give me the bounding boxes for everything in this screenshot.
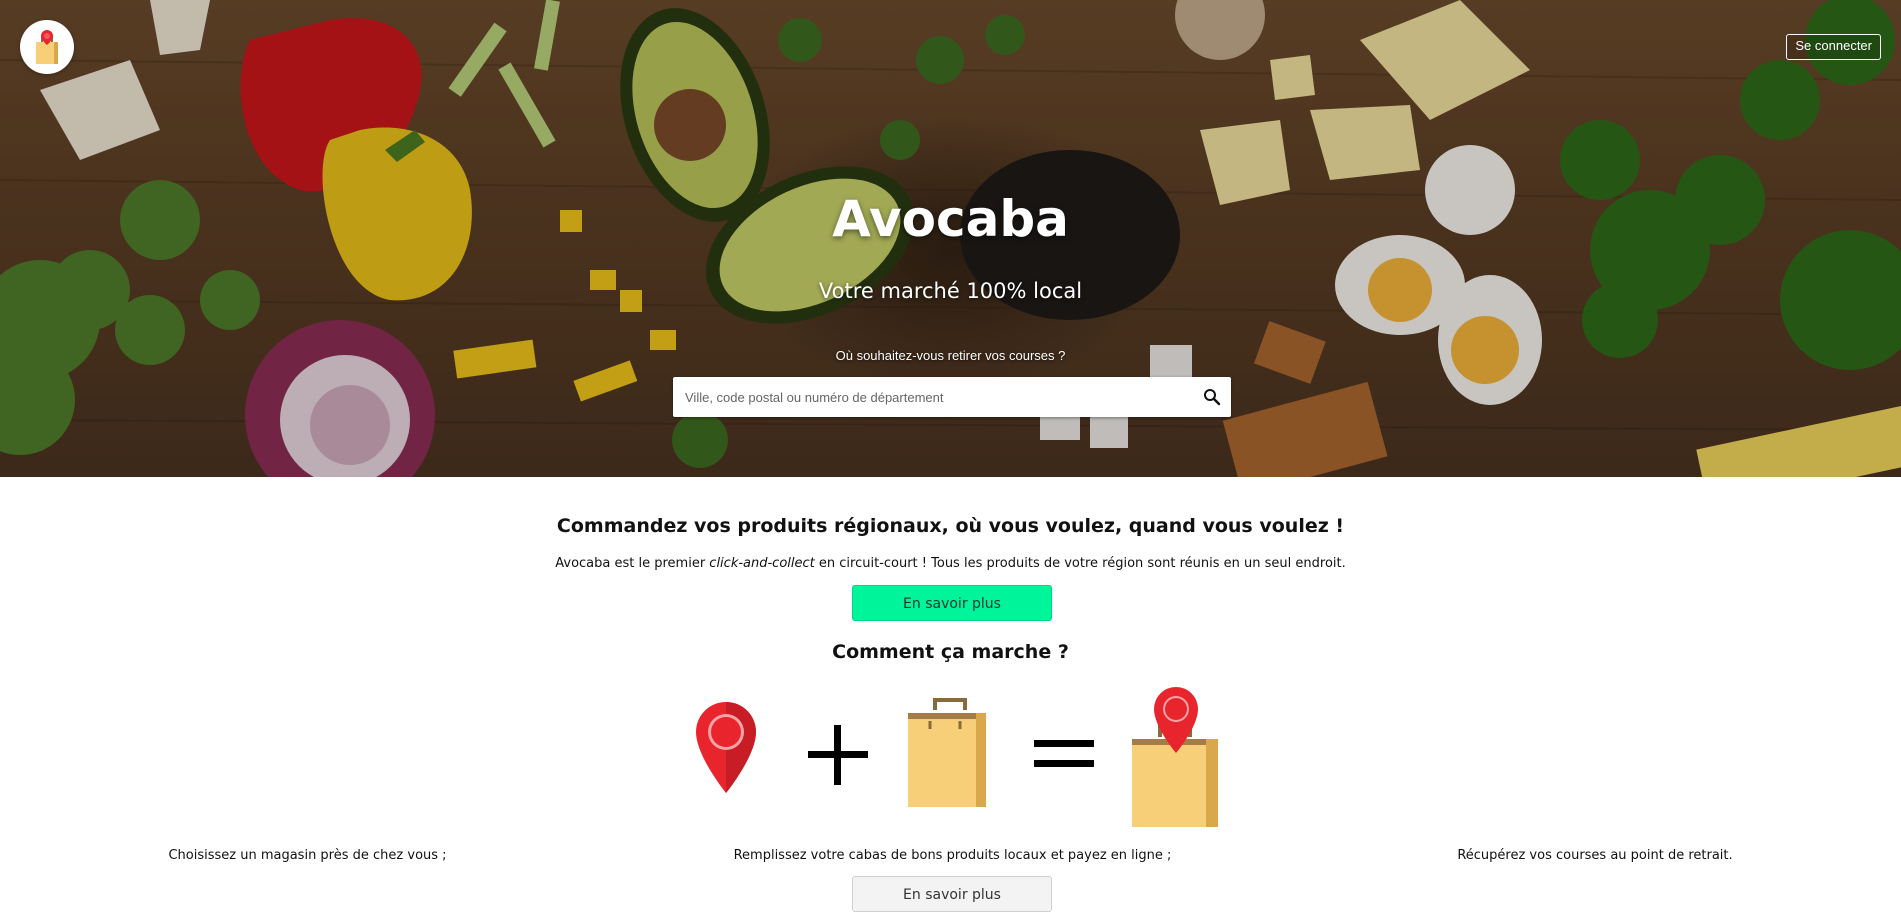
shopping-bag-icon xyxy=(908,698,986,807)
hero-subtitle: Votre marché 100% local xyxy=(818,279,1083,303)
intro-text-start: Avocaba est le premier xyxy=(555,556,710,571)
equals-icon xyxy=(1034,740,1094,767)
hero-banner: Se connecter Avocaba Votre marché 100% l… xyxy=(0,0,1901,477)
step-pick-up: Récupérez vos courses au point de retrai… xyxy=(1457,848,1733,863)
hero-title: Avocaba xyxy=(832,190,1069,248)
learn-more-button-primary[interactable]: En savoir plus xyxy=(852,585,1052,621)
step-choose-store: Choisissez un magasin près de chez vous … xyxy=(168,848,447,863)
bag-with-pin-icon xyxy=(1132,687,1218,827)
intro-text-end: en circuit-court ! Tous les produits de … xyxy=(814,556,1346,571)
search-question: Où souhaitez-vous retirer vos courses ? xyxy=(835,348,1066,363)
search-icon[interactable] xyxy=(1203,388,1221,406)
intro-text-emphasis: click-and-collect xyxy=(709,556,815,571)
intro-text: Avocaba est le premier click-and-collect… xyxy=(0,556,1901,571)
avocaba-logo[interactable] xyxy=(20,20,74,74)
bag-with-pin-icon xyxy=(36,30,58,64)
location-search-input[interactable] xyxy=(673,377,1173,417)
learn-more-button-secondary[interactable]: En savoir plus xyxy=(852,876,1052,912)
plus-icon xyxy=(808,725,868,785)
step-fill-basket: Remplissez votre cabas de bons produits … xyxy=(733,848,1172,863)
how-it-works-title: Comment ça marche ? xyxy=(832,641,1069,663)
map-pin-icon xyxy=(696,702,756,793)
how-it-works-illustration xyxy=(696,687,1218,827)
location-search-box xyxy=(673,377,1231,417)
intro-headline: Commandez vos produits régionaux, où vou… xyxy=(556,515,1345,537)
login-button[interactable]: Se connecter xyxy=(1786,34,1881,60)
